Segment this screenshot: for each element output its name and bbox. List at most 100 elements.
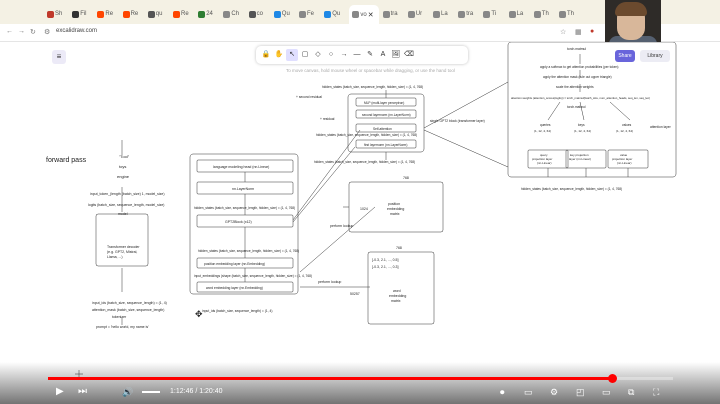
mask-label: apply the attention mask (rule out upper… <box>543 75 612 79</box>
excalidraw-canvas[interactable]: ≡ 🔒 ✋ ↖ ▢ ◇ ○ → — ✎ A 🖼 ⌫ To move canvas, hold mous… <box>0 42 720 362</box>
word-matrix-line-1: word <box>393 289 401 293</box>
torch-matmul-1: torch.matmul <box>567 47 586 51</box>
query-proj-3: (nn.Linear) <box>537 161 552 165</box>
tab-label: 24 <box>206 11 213 17</box>
bookmark-icon[interactable]: ☆ <box>560 28 566 36</box>
arrow <box>547 101 561 121</box>
browser-tab[interactable]: tra <box>382 7 405 21</box>
tab-label: La <box>516 11 524 17</box>
forward-icon[interactable]: → <box>18 28 25 35</box>
label-attention-mask: attention_mask (batch_size, sequence_len… <box>92 308 164 312</box>
torch-matmul-2: torch.matmul <box>567 105 586 109</box>
reload-icon[interactable]: ↻ <box>30 28 36 36</box>
values-shape: (1, 12, 4, 64) <box>616 129 633 133</box>
label-input-ids: input_ids (batch_size, sequence_length) … <box>92 301 167 305</box>
volume-icon[interactable]: 🔊 <box>122 384 133 400</box>
block-hs-mid: hidden_states (batch_size, sequence_leng… <box>316 133 417 137</box>
next-icon[interactable]: ⏭ <box>78 384 87 400</box>
autoplay-toggle-icon[interactable]: ⏺ <box>500 384 505 400</box>
label-input-token: input_token_(length (batch_size) 1, mode… <box>90 192 165 196</box>
pos-matrix-width: 768 <box>403 176 409 180</box>
lm-head-label: language modeling head (nn.Linear) <box>213 165 269 169</box>
tab-close-icon[interactable]: ✕ <box>368 11 374 19</box>
browser-tab[interactable]: Re <box>97 7 119 21</box>
browser-tab[interactable]: co <box>248 7 271 21</box>
browser-tab[interactable]: Qu <box>273 7 296 21</box>
block-label: single GPT2 block (transformer layer) <box>430 119 485 123</box>
settings-icon[interactable]: ⚙ <box>550 384 558 400</box>
connector <box>292 146 356 223</box>
cast-icon[interactable]: ⧉ <box>628 384 634 400</box>
layernorm-label: nn.LayerNorm <box>232 187 254 191</box>
label-toys: toys <box>119 164 126 169</box>
url-text[interactable]: excalidraw.com <box>56 28 97 34</box>
progress-scrubber[interactable] <box>607 374 617 383</box>
browser-tab[interactable]: Re <box>173 7 195 21</box>
label-tool: "Tool" <box>119 154 130 159</box>
progress-played <box>48 377 612 380</box>
browser-tab[interactable]: La <box>508 7 531 21</box>
browser-tab[interactable]: Th <box>559 7 581 21</box>
tab-label: Ti <box>491 11 497 17</box>
browser-tab[interactable]: Fe <box>299 7 321 21</box>
input-ids-label: input_ids (batch_size, sequence_length) … <box>202 309 272 313</box>
browser-tab[interactable]: tra <box>458 7 480 21</box>
browser-tab[interactable]: Ti <box>483 7 505 21</box>
value-proj-3: (nn.Linear) <box>617 161 632 165</box>
tab-favicon-icon <box>299 10 306 18</box>
tab-favicon-icon <box>433 10 440 18</box>
attention-title: attention layer <box>650 125 672 129</box>
tab-favicon-icon <box>352 11 360 18</box>
tab-label: Re <box>130 11 139 17</box>
volume-slider[interactable] <box>142 391 160 393</box>
browser-tab[interactable]: Sh <box>47 7 69 21</box>
browser-tab[interactable]: Fil <box>72 7 94 21</box>
theater-icon[interactable]: ▭ <box>602 384 611 400</box>
play-icon[interactable]: ▶ <box>56 384 64 400</box>
ln1-label: first layernorm (nn.LayerNorm) <box>364 143 407 147</box>
tab-favicon-icon <box>533 10 541 18</box>
subtitles-icon[interactable]: ▭ <box>524 384 533 400</box>
extensions-icon[interactable]: ▦ <box>575 28 582 36</box>
browser-tab[interactable]: vo ✕ <box>349 5 380 24</box>
timecode: 1:12:46 / 1:20:40 <box>170 384 223 400</box>
tab-label: Fe <box>307 11 315 17</box>
weights-label: attention weights (attention_scores(logi… <box>511 96 650 100</box>
gpt2block-label: GPT2Block (x12) <box>225 220 252 224</box>
browser-tab[interactable]: Re <box>122 7 145 21</box>
cursor-crosshair-icon: ✥ <box>195 309 203 319</box>
tab-favicon-icon <box>483 10 491 18</box>
back-icon[interactable]: ← <box>6 28 13 35</box>
browser-tab[interactable]: 24 <box>198 7 220 21</box>
gpt2-model-box <box>189 153 299 295</box>
tab-favicon-icon <box>382 10 390 18</box>
fullscreen-icon[interactable]: ⛶ <box>653 384 659 400</box>
profile-icon[interactable]: ● <box>590 28 594 35</box>
tab-favicon-icon <box>223 10 231 18</box>
key-proj-2: layer (nn.Linear) <box>569 157 591 161</box>
label-engine: engine <box>117 174 130 179</box>
site-info-icon[interactable]: ⚙ <box>44 28 50 36</box>
miniplayer-icon[interactable]: ◰ <box>576 384 585 400</box>
word-matrix-width: 768 <box>396 246 402 250</box>
word-matrix-box <box>367 251 435 325</box>
tab-favicon-icon <box>508 10 516 18</box>
arrow <box>609 101 631 121</box>
tab-favicon-icon <box>173 10 180 18</box>
browser-tab[interactable]: Qu <box>324 7 346 21</box>
browser-tab[interactable]: qu <box>147 7 170 21</box>
progress-bar[interactable] <box>48 374 673 383</box>
softmax-label: apply a softmax to get attention probabi… <box>540 65 619 69</box>
tab-label: Sh <box>55 11 63 17</box>
browser-tab[interactable]: Ur <box>407 7 430 21</box>
tab-favicon-icon <box>324 10 332 18</box>
tab-favicon-icon <box>559 10 566 18</box>
tab-label: tra <box>390 11 398 17</box>
browser-tab[interactable]: Th <box>533 7 556 21</box>
browser-tab[interactable]: La <box>433 7 455 21</box>
hidden-states-2: hidden_states (batch_size, sequence_leng… <box>198 249 299 253</box>
connector <box>299 206 376 273</box>
browser-tab[interactable]: Ch <box>223 7 245 21</box>
decoder-line-3: Llama, ...) <box>107 255 123 259</box>
time-total: 1:20:40 <box>199 388 223 395</box>
